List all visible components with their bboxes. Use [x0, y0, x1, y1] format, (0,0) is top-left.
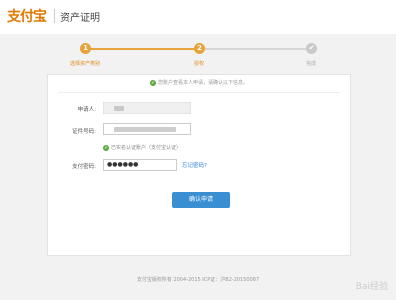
step-1-label: 选择资产类别	[69, 61, 101, 67]
confirm-button[interactable]: 确认申请	[172, 192, 230, 208]
verified-check-icon: ✔	[103, 144, 109, 151]
step-3-check-icon: ✔	[306, 43, 317, 54]
notice-divider	[58, 92, 340, 93]
id-number-field[interactable]	[103, 123, 191, 135]
id-verified-hint: ✔ 已实名认证账户（支付宝认证）	[103, 144, 181, 151]
form-panel: ✔ 您账户查看本人申请，请确认以下信息。 申请人: 证件号码: ✔ 已实名认证账户（…	[47, 74, 351, 256]
progress-steps: 1 2 ✔ 选择资产类别 授权 完成	[0, 34, 396, 74]
id-number-label: 证件号码:	[72, 129, 96, 135]
forgot-password-link[interactable]: 忘记密码?	[182, 161, 207, 169]
step-1-dot: 1	[80, 43, 91, 54]
top-header: 支付宝 资产证明	[0, 0, 396, 34]
step-2-label: 授权	[193, 61, 205, 67]
notice-text: 您账户查看本人申请，请确认以下信息。	[157, 80, 248, 86]
password-label: 支付密码:	[72, 164, 96, 170]
footer-copyright: 支付宝版权所有 2004-2015 ICP证：沪B2-20150087	[136, 277, 260, 283]
applicant-blurred-value	[114, 106, 124, 111]
check-icon: ✔	[149, 79, 156, 86]
applicant-field	[103, 102, 191, 114]
step-3-label: 完成	[305, 61, 317, 67]
page-title: 资产证明	[60, 13, 100, 24]
step-connector-1	[85, 48, 199, 50]
step-2-dot: 2	[194, 43, 205, 54]
step-connector-2	[199, 48, 311, 50]
alipay-logo[interactable]: 支付宝	[7, 6, 47, 26]
watermark-logo: Bai经验	[355, 282, 388, 292]
notice-bar: ✔ 您账户查看本人申请，请确认以下信息。	[48, 79, 350, 86]
applicant-label: 申请人:	[77, 107, 96, 113]
id-hint-text: 已实名认证账户（支付宝认证）	[111, 145, 182, 151]
id-blurred-value	[114, 127, 176, 132]
header-divider	[54, 9, 55, 23]
password-input[interactable]: ●●●●●●	[103, 159, 177, 171]
